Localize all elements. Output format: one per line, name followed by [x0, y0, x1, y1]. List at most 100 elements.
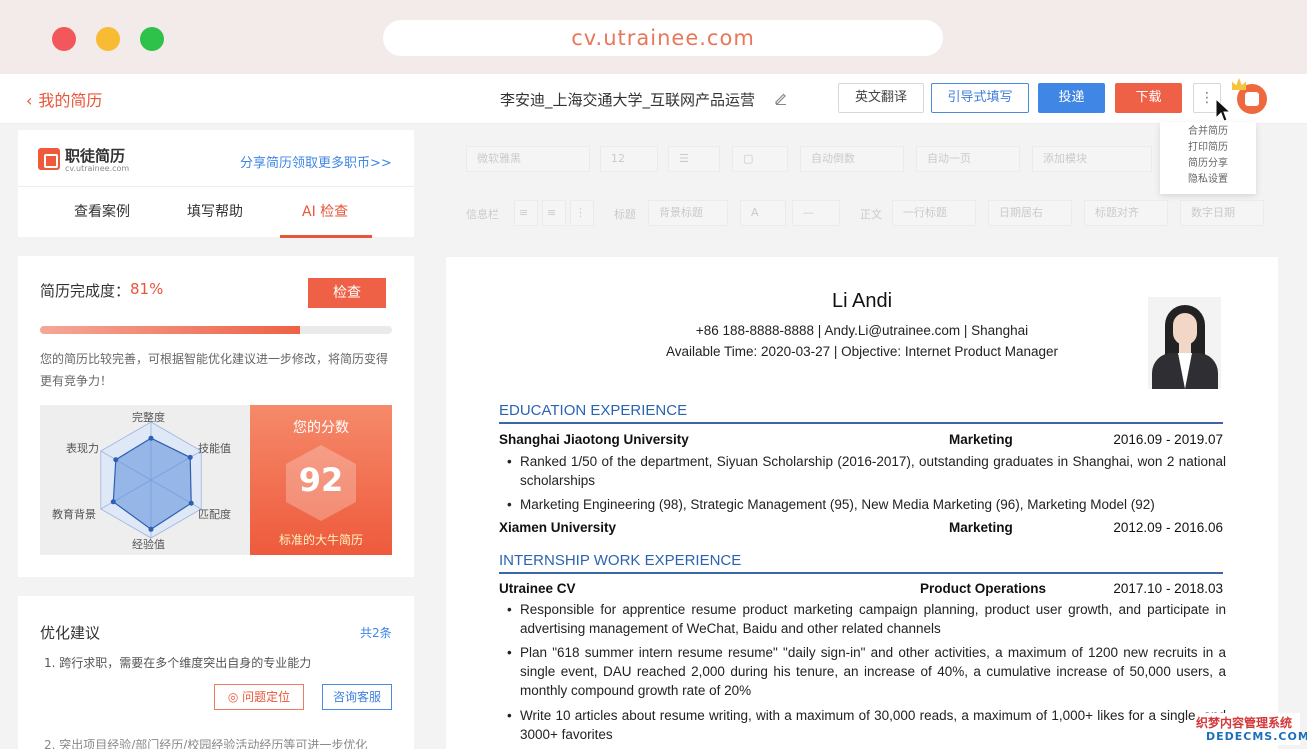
- score-value: 92: [298, 461, 344, 499]
- chevron-left-icon: ‹: [26, 91, 33, 110]
- radar-point-3: [148, 526, 154, 532]
- watermark-line-2: DEDECMS.COM: [1206, 730, 1307, 743]
- app-header: ‹ 我的简历 李安迪_上海交通大学_互联网产品运营 英文翻译 引导式填写 投递 下…: [0, 74, 1307, 124]
- completion-progress-fill: [40, 326, 301, 334]
- guided-fill-button[interactable]: 引导式填写: [931, 83, 1029, 113]
- locate-issue-button[interactable]: ◎ 问题定位: [214, 684, 304, 710]
- page-size-select[interactable]: ▢: [732, 146, 788, 172]
- bullet-item[interactable]: • Ranked 1/50 of the department, Siyuan S…: [507, 452, 1226, 490]
- radar-point-0: [148, 435, 154, 441]
- title-align-button[interactable]: 标题对齐: [1084, 200, 1168, 226]
- font-color-button[interactable]: A: [740, 200, 786, 226]
- locate-issue-label: 问题定位: [242, 690, 291, 704]
- completion-progress-bar: [40, 326, 392, 334]
- entry-org: Shanghai Jiaotong University: [499, 432, 689, 447]
- tab-view-cases[interactable]: 查看案例: [74, 201, 130, 221]
- radar-svg: [100, 421, 202, 539]
- bullet-item[interactable]: • Responsible for apprentice resume produ…: [507, 600, 1226, 638]
- body-label: 正文: [860, 208, 882, 221]
- font-family-select[interactable]: 微软雅黑: [466, 146, 590, 172]
- entry-date: 2017.10 - 2018.03: [1113, 581, 1223, 596]
- download-button[interactable]: 下载: [1115, 83, 1182, 113]
- submit-button[interactable]: 投递: [1038, 83, 1105, 113]
- editor-toolbar: 微软雅黑 12 ☰ ▢ 自动倒数 自动一页 添加模块 信息栏 ≡ ≡ ⋮ 标题 …: [448, 140, 1278, 234]
- line-style-button[interactable]: —: [792, 200, 840, 226]
- numeric-date-button[interactable]: 数字日期: [1180, 200, 1264, 226]
- address-bar[interactable]: cv.utrainee.com: [383, 20, 943, 56]
- dedecms-watermark: 织梦内容管理系统 DEDECMS.COM: [1196, 713, 1307, 745]
- maximize-window-button[interactable]: [140, 27, 164, 51]
- auto-spacing-button[interactable]: 自动倒数: [800, 146, 904, 172]
- one-line-title-button[interactable]: 一行标题: [892, 200, 976, 226]
- score-title: 您的分数: [293, 420, 349, 436]
- bullet-item[interactable]: • Plan "618 summer intern resume resume" …: [507, 643, 1226, 700]
- score-subtitle: 标准的大牛简历: [278, 533, 363, 547]
- edit-pencil-icon[interactable]: [774, 91, 788, 105]
- suggestions-panel: 优化建议 共2条 1. 跨行求职，需要在多个维度突出自身的专业能力 ◎ 问题定位…: [18, 596, 414, 749]
- background-title-button[interactable]: 背景标题: [648, 200, 728, 226]
- align-center-button[interactable]: ≡: [542, 200, 566, 226]
- score-card: 您的分数 92 标准的大牛简历: [250, 405, 392, 555]
- user-avatar[interactable]: [1232, 78, 1267, 114]
- entry-role: Marketing: [949, 520, 1013, 535]
- score-panel: 简历完成度： 81% 检查 您的简历比较完善，可根据智能优化建议进一步修改，将简…: [18, 256, 414, 577]
- crown-icon: [1232, 78, 1246, 90]
- check-button[interactable]: 检查: [308, 278, 386, 308]
- document-title[interactable]: 李安迪_上海交通大学_互联网产品运营: [500, 89, 755, 110]
- score-description: 您的简历比较完善，可根据智能优化建议进一步修改，将简历变得更有竞争力！: [40, 352, 389, 388]
- entry-org: Xiamen University: [499, 520, 617, 535]
- education-section-header: EDUCATION EXPERIENCE: [499, 402, 1223, 424]
- profile-photo[interactable]: [1148, 297, 1221, 389]
- browser-chrome: cv.utrainee.com: [0, 0, 1307, 74]
- watermark-line-1: 织梦内容管理系统: [1196, 716, 1293, 730]
- share-resume-link[interactable]: 分享简历领取更多职币>>: [240, 152, 392, 171]
- entry-role: Product Operations: [920, 581, 1047, 596]
- radar-point-4: [110, 499, 116, 505]
- brand-domain: cv.utrainee.com: [65, 164, 130, 173]
- radar-point-5: [113, 457, 119, 463]
- auto-one-page-button[interactable]: 自动一页: [916, 146, 1020, 172]
- radar-label-expression: 表现力: [66, 442, 99, 455]
- list-button[interactable]: ⋮: [570, 200, 594, 226]
- consult-service-button[interactable]: 咨询客服: [322, 684, 392, 710]
- avatar-logo-icon: [1245, 92, 1259, 106]
- education-title[interactable]: EDUCATION EXPERIENCE: [499, 402, 1223, 422]
- entry-date: 2016.09 - 2019.07: [1113, 432, 1223, 447]
- align-left-button[interactable]: ≡: [514, 200, 538, 226]
- font-size-select[interactable]: 12: [600, 146, 658, 172]
- tab-fill-help[interactable]: 填写帮助: [187, 201, 243, 221]
- work-section-header: INTERNSHIP WORK EXPERIENCE: [499, 552, 1223, 574]
- tab-ai-check[interactable]: AI 检查: [302, 201, 348, 221]
- resume-page[interactable]: Li Andi +86 188-8888-8888 | Andy.Li@utra…: [446, 257, 1278, 749]
- radar-label-skills: 技能值: [198, 442, 231, 455]
- radar-point-2: [188, 500, 194, 506]
- brand-panel: 职徒简历 cv.utrainee.com 分享简历领取更多职币>> 查看案例 填…: [18, 130, 414, 238]
- entry-org: Utrainee CV: [499, 581, 576, 596]
- completion-value: 81%: [130, 280, 164, 298]
- bullet-item[interactable]: • Write 10 articles about resume writing,…: [507, 706, 1226, 744]
- date-right-button[interactable]: 日期居右: [988, 200, 1072, 226]
- radar-label-education: 教育背景: [52, 508, 96, 521]
- translate-button[interactable]: 英文翻译: [838, 83, 924, 113]
- suggestion-item-2: 2. 突出项目经验/部门经历/校园经验活动经历等可进一步优化: [44, 738, 368, 749]
- radar-point-1: [187, 454, 193, 460]
- info-bar-label: 信息栏: [466, 208, 499, 221]
- entry-role: Marketing: [949, 432, 1013, 447]
- work-title[interactable]: INTERNSHIP WORK EXPERIENCE: [499, 552, 1223, 572]
- title-label: 标题: [614, 208, 636, 221]
- minimize-window-button[interactable]: [96, 27, 120, 51]
- target-icon: ◎: [227, 690, 243, 704]
- mouse-cursor-icon: [1215, 98, 1231, 122]
- utrainee-logo-icon: [38, 148, 60, 170]
- back-link[interactable]: ‹ 我的简历: [26, 87, 102, 111]
- bullet-item[interactable]: • Marketing Engineering (98), Strategic M…: [507, 495, 1226, 514]
- menu-item-merge[interactable]: 合并简历: [1168, 124, 1248, 140]
- close-window-button[interactable]: [52, 27, 76, 51]
- radar-label-experience: 经验值: [132, 538, 165, 551]
- brand-name: 职徒简历: [65, 147, 126, 165]
- line-spacing-select[interactable]: ☰: [668, 146, 720, 172]
- radar-chart: 完整度 技能值 匹配度 经验值 教育背景 表现力: [40, 405, 250, 555]
- add-module-button[interactable]: 添加模块: [1032, 146, 1152, 172]
- suggestions-count: 共2条: [360, 626, 392, 640]
- suggestions-title: 优化建议: [40, 624, 101, 642]
